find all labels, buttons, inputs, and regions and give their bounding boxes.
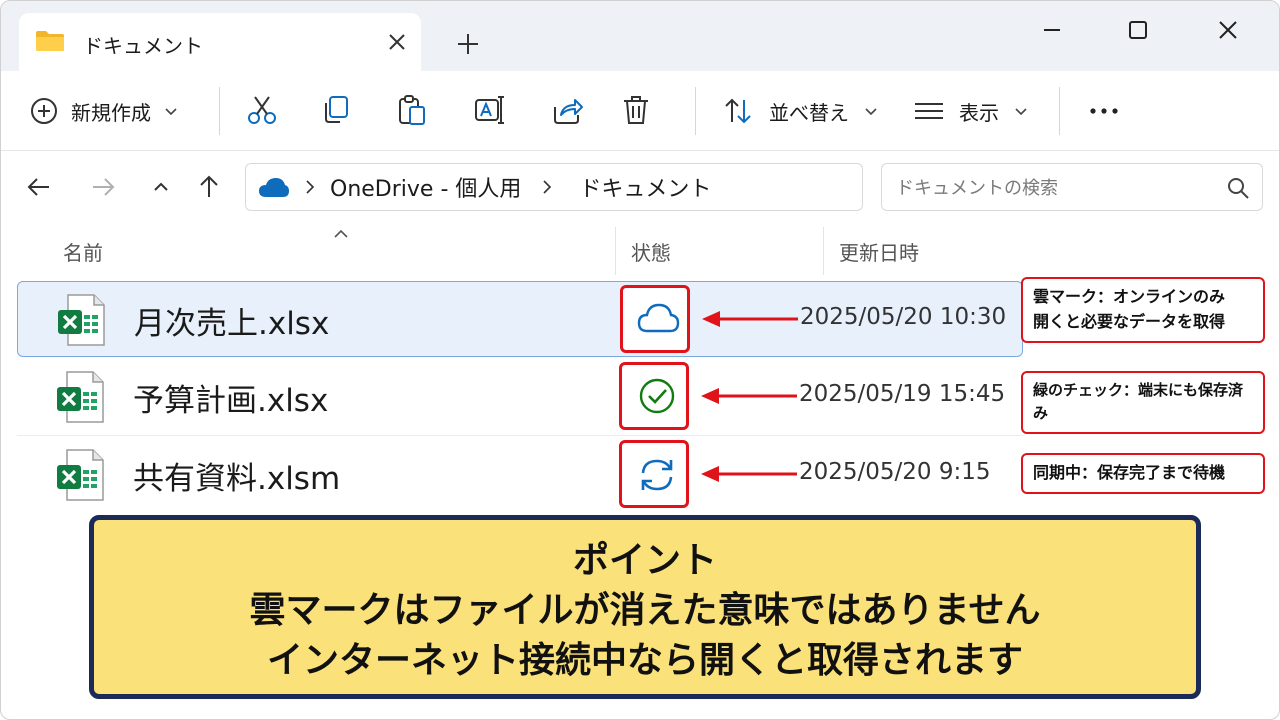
column-header: 名前 状態 更新日時 bbox=[1, 223, 1279, 279]
rename-icon[interactable] bbox=[473, 93, 507, 127]
column-name[interactable]: 名前 bbox=[63, 237, 103, 266]
excel-file-icon bbox=[57, 371, 104, 423]
sync-icon bbox=[641, 459, 673, 491]
excel-file-icon bbox=[58, 294, 105, 346]
close-window-icon[interactable] bbox=[1213, 15, 1243, 45]
sort-arrows-icon bbox=[725, 98, 751, 124]
forward-arrow-icon[interactable] bbox=[89, 173, 117, 201]
up-arrow-icon[interactable] bbox=[195, 173, 223, 201]
tab-title: ドキュメント bbox=[83, 34, 203, 58]
cut-icon[interactable] bbox=[245, 93, 279, 127]
plus-circle-icon bbox=[31, 98, 57, 124]
paste-icon[interactable] bbox=[395, 93, 429, 127]
point-line: インターネット接続中なら開くと取得されます bbox=[266, 640, 1023, 681]
file-name[interactable]: 予算計画.xlsx bbox=[133, 375, 328, 420]
row-divider bbox=[17, 435, 1023, 436]
callout-text: 開くと必要なデータを取得 bbox=[1033, 311, 1226, 331]
back-arrow-icon[interactable] bbox=[25, 173, 53, 201]
breadcrumb-documents[interactable]: ドキュメント bbox=[579, 171, 711, 203]
command-bar: 新規作成 並べ替え 表示 bbox=[1, 71, 1279, 151]
sort-button-label: 並べ替え bbox=[769, 100, 849, 125]
callout-text: 同期中：保存完了まで待機 bbox=[1033, 463, 1226, 482]
folder-icon bbox=[36, 31, 64, 51]
more-options-icon[interactable] bbox=[1087, 99, 1121, 123]
chevron-right-icon bbox=[543, 180, 552, 194]
annotation-arrow-icon bbox=[701, 388, 797, 404]
close-tab-icon[interactable] bbox=[385, 30, 409, 54]
excel-file-icon bbox=[57, 449, 104, 501]
sort-button[interactable]: 並べ替え bbox=[723, 93, 879, 129]
file-row[interactable]: 予算計画.xlsx 2025/05/19 15:45 bbox=[17, 359, 1023, 435]
point-box: ポイント 雲マークはファイルが消えた意味ではありません インターネット接続中なら… bbox=[89, 515, 1201, 699]
file-row[interactable]: 共有資料.xlsm 2025/05/20 9:15 bbox=[17, 437, 1023, 513]
column-divider bbox=[823, 227, 824, 275]
annotation-arrow-icon bbox=[701, 466, 797, 482]
status-highlight bbox=[619, 362, 689, 430]
onedrive-cloud-icon bbox=[259, 178, 289, 197]
new-tab-icon[interactable] bbox=[455, 31, 481, 57]
modified-date: 2025/05/20 10:30 bbox=[800, 304, 1007, 330]
toolbar-divider bbox=[219, 87, 220, 135]
chevron-right-icon bbox=[306, 180, 315, 194]
file-explorer-window: ドキュメント 新規作成 並べ替え 表示 OneDrive - 個人用 ドキュメン… bbox=[0, 0, 1280, 720]
callout-check: 緑のチェック：端末にも保存済み bbox=[1021, 371, 1265, 434]
modified-date: 2025/05/19 15:45 bbox=[799, 381, 1006, 407]
point-line: 雲マークはファイルが消えた意味ではありません bbox=[249, 590, 1041, 631]
delete-icon[interactable] bbox=[619, 93, 653, 127]
column-status[interactable]: 状態 bbox=[631, 237, 671, 266]
copy-icon[interactable] bbox=[319, 93, 353, 127]
chevron-down-icon bbox=[865, 108, 877, 116]
share-icon[interactable] bbox=[551, 93, 585, 127]
view-button[interactable]: 表示 bbox=[913, 93, 1029, 129]
minimize-icon[interactable] bbox=[1037, 15, 1067, 45]
callout-cloud: 雲マーク：オンラインのみ 開くと必要なデータを取得 bbox=[1021, 277, 1265, 343]
search-icon[interactable] bbox=[1226, 176, 1250, 200]
callout-text: 緑のチェック：端末にも保存済み bbox=[1033, 381, 1244, 423]
check-circle-icon bbox=[639, 378, 675, 414]
callout-text: 雲マーク：オンラインのみ bbox=[1033, 287, 1226, 306]
annotation-arrow-icon bbox=[702, 311, 798, 327]
tab-documents[interactable]: ドキュメント bbox=[19, 13, 421, 71]
toolbar-divider bbox=[695, 87, 696, 135]
file-row[interactable]: 月次売上.xlsx 2025/05/20 10:30 bbox=[17, 281, 1023, 357]
chevron-down-icon bbox=[1015, 108, 1027, 116]
view-list-icon bbox=[915, 103, 943, 119]
column-modified[interactable]: 更新日時 bbox=[839, 237, 919, 266]
status-highlight bbox=[619, 440, 689, 508]
recent-chevron-icon[interactable] bbox=[147, 173, 175, 201]
modified-date: 2025/05/20 9:15 bbox=[799, 459, 991, 485]
status-highlight bbox=[620, 285, 690, 353]
search-input[interactable] bbox=[896, 174, 1216, 202]
address-bar[interactable]: OneDrive - 個人用 ドキュメント bbox=[245, 163, 863, 211]
chevron-down-icon bbox=[165, 108, 177, 116]
navigation-bar: OneDrive - 個人用 ドキュメント bbox=[1, 151, 1279, 223]
new-button-label: 新規作成 bbox=[71, 100, 151, 125]
maximize-icon[interactable] bbox=[1123, 15, 1153, 45]
file-name[interactable]: 月次売上.xlsx bbox=[134, 298, 329, 343]
new-button[interactable]: 新規作成 bbox=[29, 93, 179, 129]
callout-sync: 同期中：保存完了まで待機 bbox=[1021, 453, 1265, 494]
point-heading: ポイント bbox=[572, 540, 717, 581]
sort-ascending-icon bbox=[334, 229, 348, 238]
title-bar: ドキュメント bbox=[1, 1, 1279, 71]
breadcrumb-onedrive[interactable]: OneDrive - 個人用 bbox=[330, 171, 521, 203]
cloud-icon bbox=[637, 303, 680, 333]
column-divider bbox=[615, 227, 616, 275]
search-box[interactable] bbox=[881, 163, 1263, 211]
toolbar-divider bbox=[1059, 87, 1060, 135]
view-button-label: 表示 bbox=[959, 100, 999, 125]
file-name[interactable]: 共有資料.xlsm bbox=[133, 453, 340, 498]
